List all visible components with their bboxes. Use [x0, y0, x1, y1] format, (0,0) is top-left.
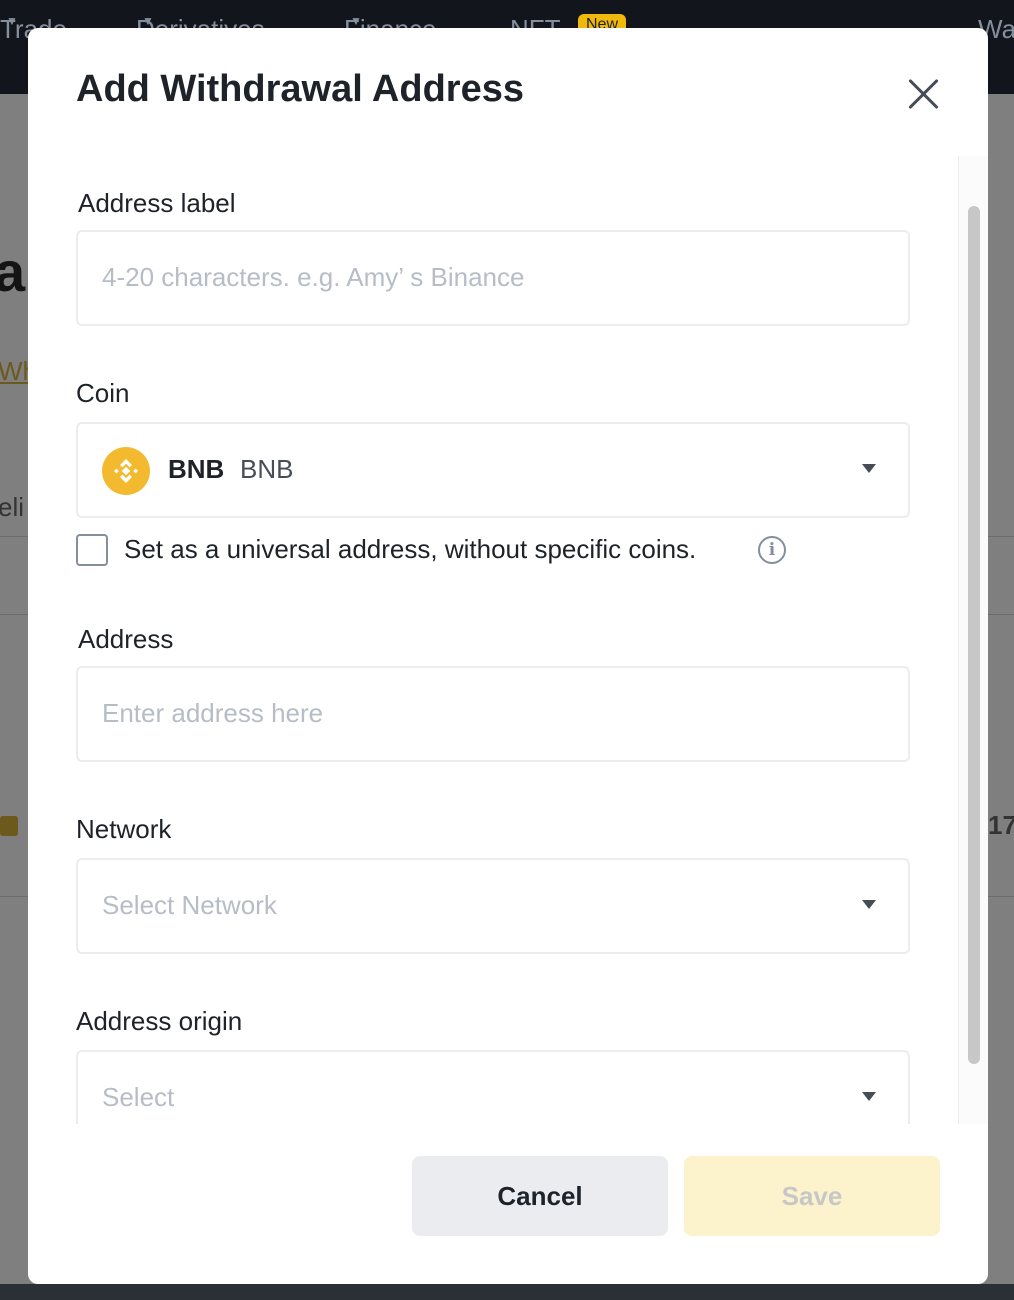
address-origin-select[interactable]: Select [76, 1050, 910, 1124]
address-origin-heading: Address origin [76, 1006, 243, 1036]
background-shield-icon [0, 816, 18, 836]
background-divider [988, 614, 1014, 615]
scrollbar[interactable] [958, 156, 988, 1124]
info-icon[interactable]: i [758, 536, 786, 564]
address-placeholder: Enter address here [102, 698, 324, 728]
coin-symbol: BNB [168, 454, 225, 484]
address-input[interactable]: Enter address here [76, 666, 910, 762]
chevron-down-icon [862, 900, 876, 909]
scrollbar-thumb[interactable] [968, 206, 980, 1064]
network-placeholder: Select Network [102, 890, 277, 920]
address-origin-placeholder: Select [102, 1082, 175, 1112]
universal-address-label: Set as a universal address, without spec… [124, 534, 697, 564]
address-heading: Address [78, 624, 174, 654]
modal-form: Address label 4-20 characters. e.g. Amy’… [28, 156, 988, 1124]
coin-heading: Coin [76, 378, 130, 408]
background-list-fragment: eli [0, 492, 25, 522]
address-label-input[interactable]: 4-20 characters. e.g. Amy’ s Binance [76, 230, 910, 326]
close-icon[interactable] [904, 74, 944, 114]
background-divider [0, 536, 28, 537]
add-withdrawal-address-modal: Add Withdrawal Address Address label 4-2… [28, 28, 988, 1284]
save-button[interactable]: Save [684, 1156, 940, 1236]
background-bottom [0, 1284, 1014, 1300]
bnb-coin-icon [102, 447, 150, 495]
background-divider [988, 896, 1014, 897]
coin-select[interactable]: BNB BNB [76, 422, 910, 518]
cancel-button[interactable]: Cancel [412, 1156, 668, 1236]
chevron-down-icon [862, 1092, 876, 1101]
background-heading-fragment: a [0, 240, 26, 303]
background-divider [0, 896, 28, 897]
background-divider [0, 614, 28, 615]
address-label-heading: Address label [78, 188, 236, 218]
modal-title: Add Withdrawal Address [76, 68, 524, 110]
chevron-down-icon [862, 464, 876, 473]
network-heading: Network [76, 814, 172, 844]
background-number-fragment: 17 [988, 810, 1014, 840]
coin-name: BNB [240, 454, 294, 484]
universal-address-checkbox[interactable] [76, 534, 108, 566]
background-divider [988, 536, 1014, 537]
address-label-placeholder: 4-20 characters. e.g. Amy’ s Binance [102, 262, 525, 292]
network-select[interactable]: Select Network [76, 858, 910, 954]
